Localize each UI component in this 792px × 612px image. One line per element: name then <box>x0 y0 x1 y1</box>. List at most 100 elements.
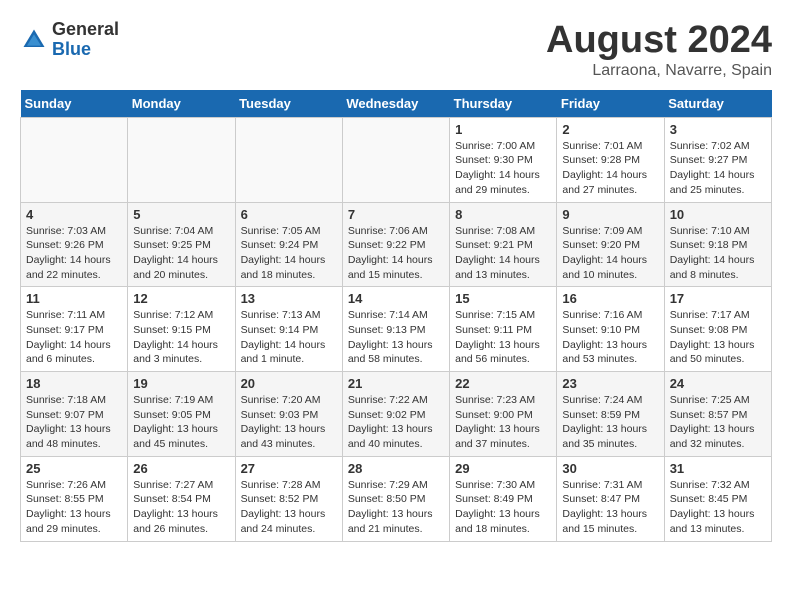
day-number: 9 <box>562 207 658 222</box>
day-info: Sunrise: 7:19 AM Sunset: 9:05 PM Dayligh… <box>133 393 229 452</box>
day-number: 19 <box>133 376 229 391</box>
calendar-cell: 29 Sunrise: 7:30 AM Sunset: 8:49 PM Dayli… <box>450 456 557 541</box>
day-info: Sunrise: 7:25 AM Sunset: 8:57 PM Dayligh… <box>670 393 766 452</box>
day-number: 13 <box>241 291 337 306</box>
day-info: Sunrise: 7:02 AM Sunset: 9:27 PM Dayligh… <box>670 139 766 198</box>
day-number: 26 <box>133 461 229 476</box>
calendar-cell: 19 Sunrise: 7:19 AM Sunset: 9:05 PM Dayli… <box>128 372 235 457</box>
day-number: 5 <box>133 207 229 222</box>
weekday-header: Wednesday <box>342 90 449 118</box>
calendar-week-row: 25Sunrise: 7:26 AM Sunset: 8:55 PM Dayli… <box>21 456 772 541</box>
calendar-cell <box>342 117 449 202</box>
day-number: 27 <box>241 461 337 476</box>
day-number: 30 <box>562 461 658 476</box>
calendar-cell: 23 Sunrise: 7:24 AM Sunset: 8:59 PM Dayli… <box>557 372 664 457</box>
calendar-cell: 10 Sunrise: 7:10 AM Sunset: 9:18 PM Dayli… <box>664 202 771 287</box>
day-number: 12 <box>133 291 229 306</box>
location-text: Larraona, Navarre, Spain <box>546 62 772 80</box>
logo-icon <box>20 26 48 54</box>
day-info: Sunrise: 7:27 AM Sunset: 8:54 PM Dayligh… <box>133 478 229 537</box>
calendar-cell: 12 Sunrise: 7:12 AM Sunset: 9:15 PM Dayli… <box>128 287 235 372</box>
weekday-header: Saturday <box>664 90 771 118</box>
calendar-cell: 3 Sunrise: 7:02 AM Sunset: 9:27 PM Daylig… <box>664 117 771 202</box>
day-number: 3 <box>670 122 766 137</box>
calendar-week-row: 11 Sunrise: 7:11 AM Sunset: 9:17 PM Dayli… <box>21 287 772 372</box>
day-number: 10 <box>670 207 766 222</box>
page-header: General Blue August 2024 Larraona, Navar… <box>20 20 772 80</box>
day-number: 23 <box>562 376 658 391</box>
day-info: Sunrise: 7:17 AM Sunset: 9:08 PM Dayligh… <box>670 308 766 367</box>
day-info: Sunrise: 7:04 AM Sunset: 9:25 PM Dayligh… <box>133 224 229 283</box>
day-info: Sunrise: 7:22 AM Sunset: 9:02 PM Dayligh… <box>348 393 444 452</box>
calendar-week-row: 1 Sunrise: 7:00 AM Sunset: 9:30 PM Daylig… <box>21 117 772 202</box>
day-number: 21 <box>348 376 444 391</box>
day-info: Sunrise: 7:29 AM Sunset: 8:50 PM Dayligh… <box>348 478 444 537</box>
calendar-week-row: 18 Sunrise: 7:18 AM Sunset: 9:07 PM Dayli… <box>21 372 772 457</box>
day-number: 1 <box>455 122 551 137</box>
calendar-cell: 6Sunrise: 7:05 AM Sunset: 9:24 PM Daylig… <box>235 202 342 287</box>
calendar-cell: 18 Sunrise: 7:18 AM Sunset: 9:07 PM Dayli… <box>21 372 128 457</box>
day-number: 14 <box>348 291 444 306</box>
weekday-header-row: SundayMondayTuesdayWednesdayThursdayFrid… <box>21 90 772 118</box>
day-info: Sunrise: 7:16 AM Sunset: 9:10 PM Dayligh… <box>562 308 658 367</box>
calendar-cell: 1 Sunrise: 7:00 AM Sunset: 9:30 PM Daylig… <box>450 117 557 202</box>
logo: General Blue <box>20 20 119 60</box>
day-number: 18 <box>26 376 122 391</box>
calendar-table: SundayMondayTuesdayWednesdayThursdayFrid… <box>20 90 772 542</box>
day-info: Sunrise: 7:30 AM Sunset: 8:49 PM Dayligh… <box>455 478 551 537</box>
day-number: 15 <box>455 291 551 306</box>
calendar-cell: 26 Sunrise: 7:27 AM Sunset: 8:54 PM Dayli… <box>128 456 235 541</box>
calendar-cell: 8 Sunrise: 7:08 AM Sunset: 9:21 PM Daylig… <box>450 202 557 287</box>
day-info: Sunrise: 7:11 AM Sunset: 9:17 PM Dayligh… <box>26 308 122 367</box>
calendar-cell <box>235 117 342 202</box>
day-info: Sunrise: 7:18 AM Sunset: 9:07 PM Dayligh… <box>26 393 122 452</box>
day-number: 22 <box>455 376 551 391</box>
calendar-cell: 21 Sunrise: 7:22 AM Sunset: 9:02 PM Dayli… <box>342 372 449 457</box>
day-info: Sunrise: 7:31 AM Sunset: 8:47 PM Dayligh… <box>562 478 658 537</box>
calendar-cell: 30 Sunrise: 7:31 AM Sunset: 8:47 PM Dayli… <box>557 456 664 541</box>
day-info: Sunrise: 7:13 AM Sunset: 9:14 PM Dayligh… <box>241 308 337 367</box>
calendar-cell: 7 Sunrise: 7:06 AM Sunset: 9:22 PM Daylig… <box>342 202 449 287</box>
calendar-week-row: 4Sunrise: 7:03 AM Sunset: 9:26 PM Daylig… <box>21 202 772 287</box>
calendar-cell: 14 Sunrise: 7:14 AM Sunset: 9:13 PM Dayli… <box>342 287 449 372</box>
calendar-cell: 13 Sunrise: 7:13 AM Sunset: 9:14 PM Dayli… <box>235 287 342 372</box>
calendar-cell <box>128 117 235 202</box>
day-info: Sunrise: 7:10 AM Sunset: 9:18 PM Dayligh… <box>670 224 766 283</box>
day-number: 25 <box>26 461 122 476</box>
calendar-cell: 25Sunrise: 7:26 AM Sunset: 8:55 PM Dayli… <box>21 456 128 541</box>
calendar-cell: 15 Sunrise: 7:15 AM Sunset: 9:11 PM Dayli… <box>450 287 557 372</box>
day-number: 20 <box>241 376 337 391</box>
calendar-cell: 28 Sunrise: 7:29 AM Sunset: 8:50 PM Dayli… <box>342 456 449 541</box>
day-info: Sunrise: 7:12 AM Sunset: 9:15 PM Dayligh… <box>133 308 229 367</box>
logo-blue-text: Blue <box>52 39 91 59</box>
day-number: 7 <box>348 207 444 222</box>
day-info: Sunrise: 7:09 AM Sunset: 9:20 PM Dayligh… <box>562 224 658 283</box>
day-info: Sunrise: 7:32 AM Sunset: 8:45 PM Dayligh… <box>670 478 766 537</box>
calendar-cell: 22Sunrise: 7:23 AM Sunset: 9:00 PM Dayli… <box>450 372 557 457</box>
day-info: Sunrise: 7:03 AM Sunset: 9:26 PM Dayligh… <box>26 224 122 283</box>
day-number: 8 <box>455 207 551 222</box>
day-info: Sunrise: 7:14 AM Sunset: 9:13 PM Dayligh… <box>348 308 444 367</box>
calendar-cell: 24 Sunrise: 7:25 AM Sunset: 8:57 PM Dayli… <box>664 372 771 457</box>
calendar-cell: 31Sunrise: 7:32 AM Sunset: 8:45 PM Dayli… <box>664 456 771 541</box>
day-number: 16 <box>562 291 658 306</box>
day-info: Sunrise: 7:00 AM Sunset: 9:30 PM Dayligh… <box>455 139 551 198</box>
day-number: 29 <box>455 461 551 476</box>
day-info: Sunrise: 7:05 AM Sunset: 9:24 PM Dayligh… <box>241 224 337 283</box>
day-number: 28 <box>348 461 444 476</box>
day-info: Sunrise: 7:08 AM Sunset: 9:21 PM Dayligh… <box>455 224 551 283</box>
calendar-cell: 27 Sunrise: 7:28 AM Sunset: 8:52 PM Dayli… <box>235 456 342 541</box>
title-area: August 2024 Larraona, Navarre, Spain <box>546 20 772 80</box>
calendar-cell: 20 Sunrise: 7:20 AM Sunset: 9:03 PM Dayli… <box>235 372 342 457</box>
day-info: Sunrise: 7:20 AM Sunset: 9:03 PM Dayligh… <box>241 393 337 452</box>
day-number: 24 <box>670 376 766 391</box>
day-number: 11 <box>26 291 122 306</box>
day-info: Sunrise: 7:15 AM Sunset: 9:11 PM Dayligh… <box>455 308 551 367</box>
month-title: August 2024 <box>546 20 772 62</box>
calendar-cell: 2Sunrise: 7:01 AM Sunset: 9:28 PM Daylig… <box>557 117 664 202</box>
day-info: Sunrise: 7:28 AM Sunset: 8:52 PM Dayligh… <box>241 478 337 537</box>
day-info: Sunrise: 7:06 AM Sunset: 9:22 PM Dayligh… <box>348 224 444 283</box>
calendar-cell: 16 Sunrise: 7:16 AM Sunset: 9:10 PM Dayli… <box>557 287 664 372</box>
logo-general-text: General <box>52 19 119 39</box>
day-info: Sunrise: 7:24 AM Sunset: 8:59 PM Dayligh… <box>562 393 658 452</box>
